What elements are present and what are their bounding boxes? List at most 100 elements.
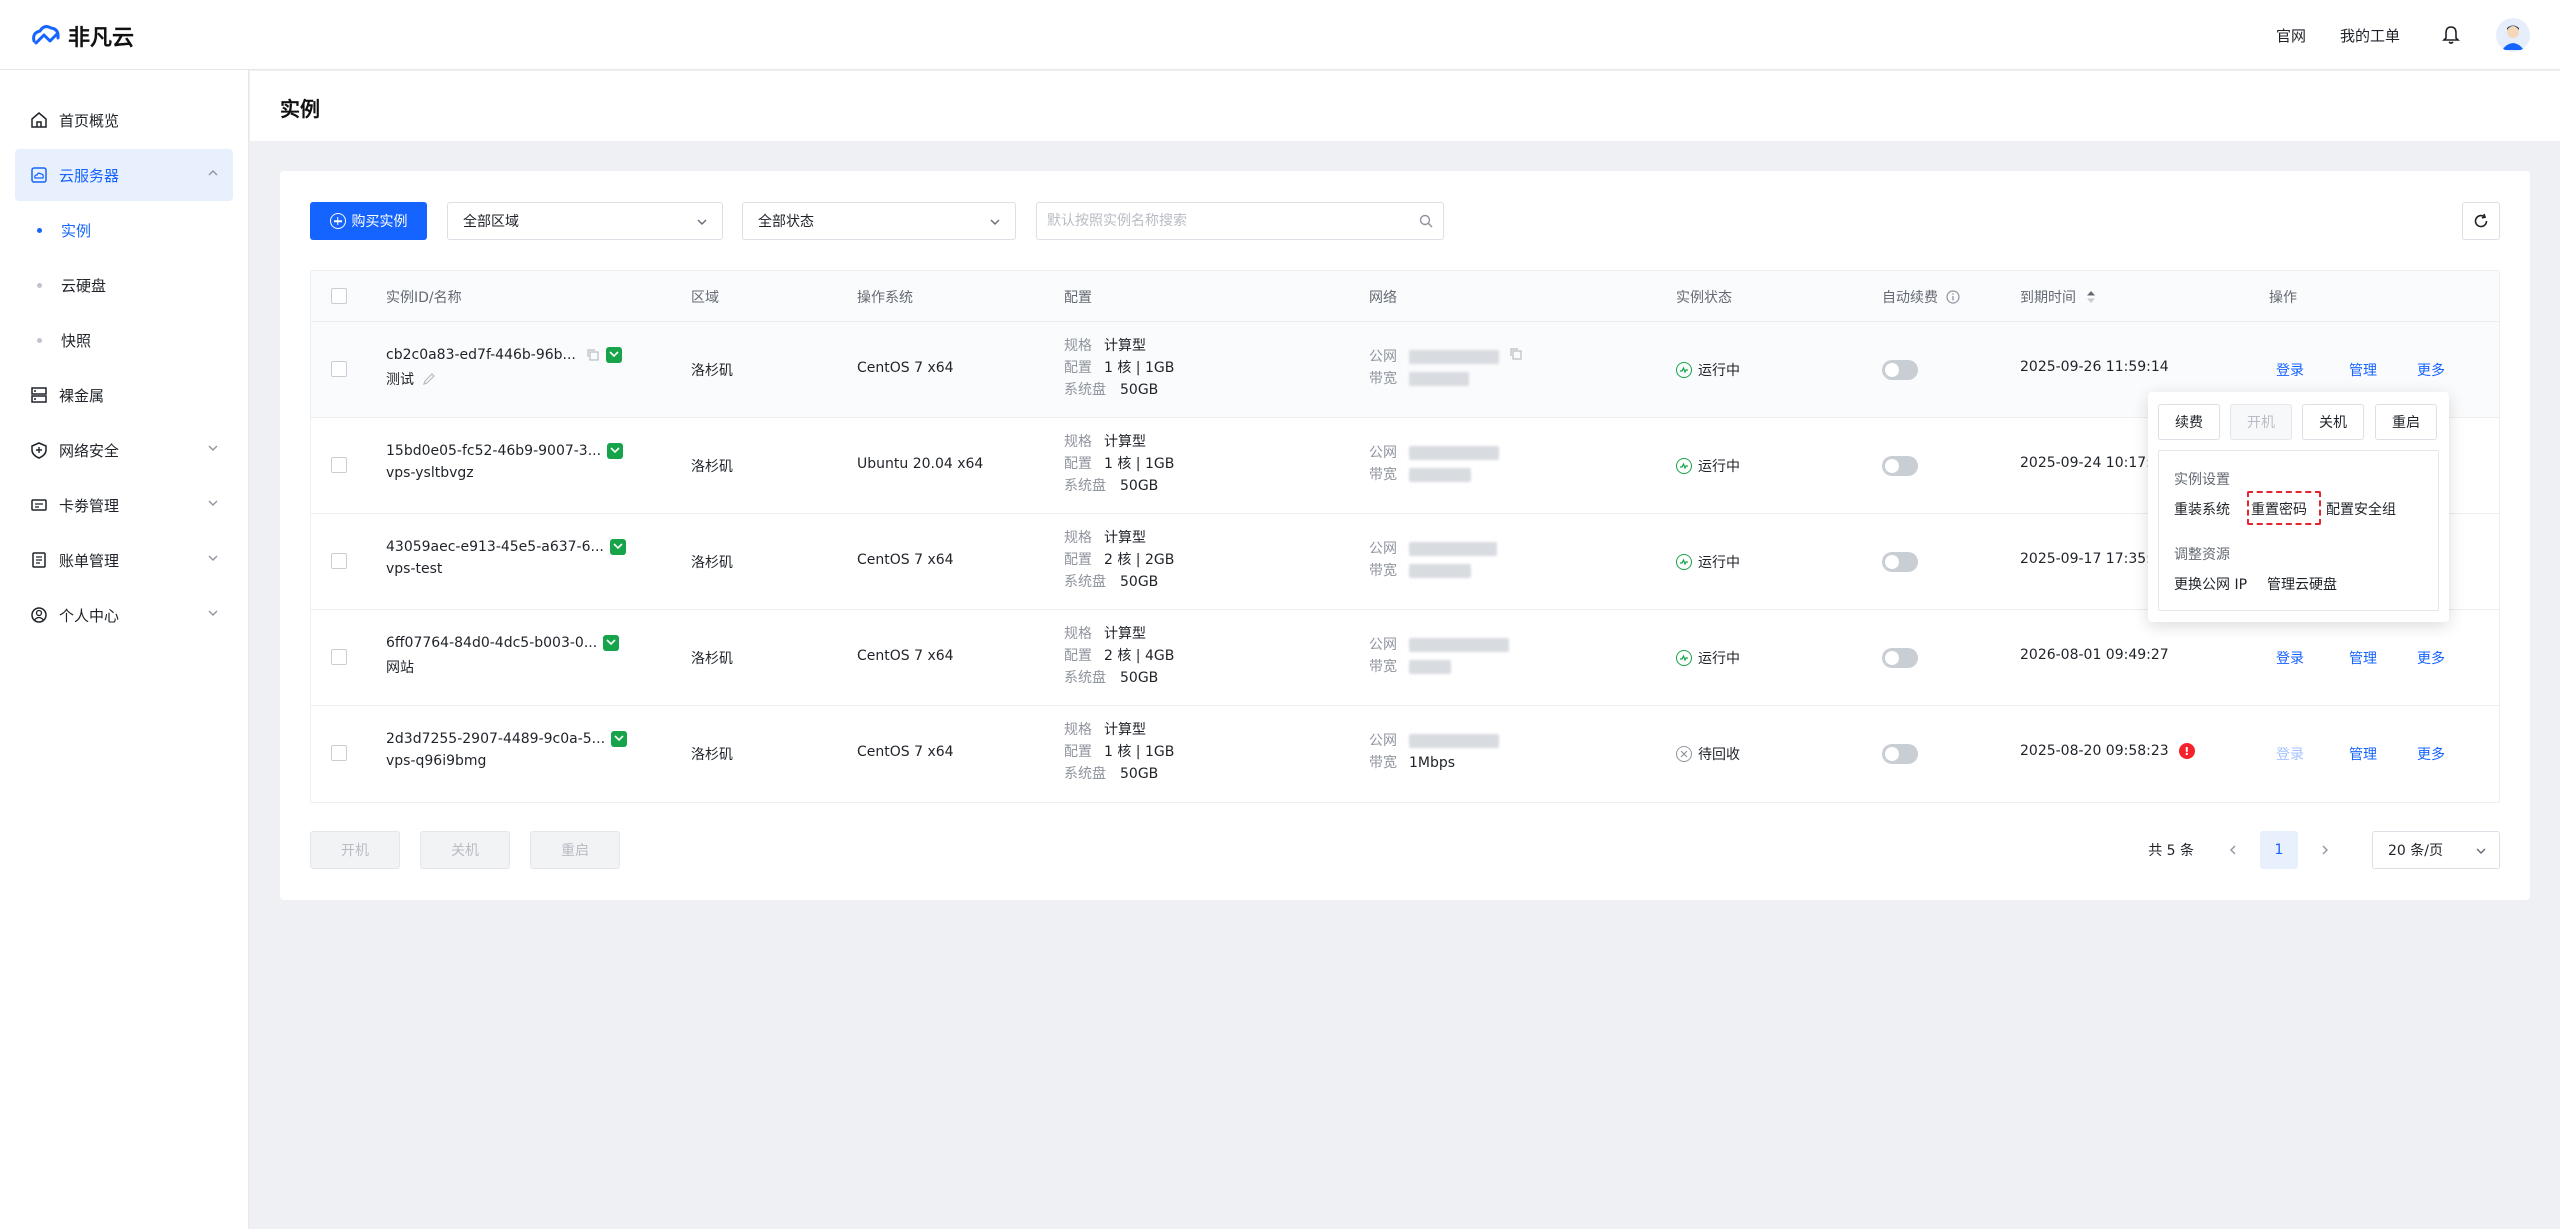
bullet-dot bbox=[37, 338, 42, 343]
auto-renew-toggle[interactable] bbox=[1882, 456, 1918, 476]
power-off-button[interactable]: 关机 bbox=[2302, 404, 2364, 440]
buy-instance-button[interactable]: 购买实例 bbox=[310, 202, 427, 240]
copy-icon[interactable] bbox=[1509, 347, 1523, 361]
batch-reboot-button[interactable]: 重启 bbox=[530, 831, 620, 869]
config-value: 1 核 | 1GB bbox=[1104, 744, 1175, 760]
config-value: 2 核 | 2GB bbox=[1104, 552, 1175, 568]
login-link[interactable]: 登录 bbox=[2276, 360, 2304, 380]
table-row: 6ff07764-84d0-4dc5-b003-0... 网站 洛杉矶 CentOS … bbox=[311, 610, 2499, 706]
prev-page-icon[interactable] bbox=[2218, 835, 2248, 865]
change-public-ip-item[interactable]: 更换公网 IP bbox=[2174, 574, 2247, 594]
more-link[interactable]: 更多 bbox=[2417, 744, 2445, 764]
edit-icon[interactable] bbox=[422, 372, 436, 386]
network-cell: 公网 带宽 bbox=[1369, 538, 1497, 582]
instance-id-line: 15bd0e05-fc52-46b9-9007-3... bbox=[386, 443, 624, 459]
official-site-link[interactable]: 官网 bbox=[2276, 25, 2306, 46]
batch-power-off-button[interactable]: 关机 bbox=[420, 831, 510, 869]
avatar[interactable] bbox=[2496, 18, 2530, 52]
auto-renew-toggle[interactable] bbox=[1882, 552, 1918, 572]
reinstall-system-item[interactable]: 重装系统 bbox=[2174, 499, 2230, 519]
row-checkbox[interactable] bbox=[331, 361, 347, 377]
my-tickets-link[interactable]: 我的工单 bbox=[2340, 25, 2400, 46]
sidebar-item-instances[interactable]: 实例 bbox=[15, 204, 233, 256]
configure-security-group-item[interactable]: 配置安全组 bbox=[2326, 499, 2396, 519]
page-title: 实例 bbox=[280, 97, 320, 121]
disk-value: 50GB bbox=[1120, 766, 1159, 782]
renew-button[interactable]: 续费 bbox=[2158, 404, 2220, 440]
next-page-icon[interactable] bbox=[2310, 835, 2340, 865]
status-cell: 运行中 bbox=[1676, 552, 1740, 572]
login-link[interactable]: 登录 bbox=[2276, 744, 2304, 764]
public-ip-blurred bbox=[1409, 638, 1509, 652]
region-cell: 洛杉矶 bbox=[691, 555, 733, 571]
more-link[interactable]: 更多 bbox=[2417, 360, 2445, 380]
manage-link[interactable]: 管理 bbox=[2349, 744, 2377, 764]
region-cell: 洛杉矶 bbox=[691, 747, 733, 763]
bandwidth-value: 1Mbps bbox=[1409, 755, 1456, 771]
instance-id[interactable]: cb2c0a83-ed7f-446b-96b... bbox=[386, 347, 576, 363]
copy-icon[interactable] bbox=[586, 348, 600, 362]
instance-name: 网站 bbox=[386, 660, 414, 676]
table-header: 实例ID/名称 区域 操作系统 配置 网络 实例状态 自动续费 到期时间 操作 bbox=[311, 271, 2499, 322]
row-checkbox[interactable] bbox=[331, 553, 347, 569]
status-text: 运行中 bbox=[1698, 555, 1740, 571]
col-config: 配置 bbox=[1064, 290, 1092, 306]
more-link[interactable]: 更多 bbox=[2417, 648, 2445, 668]
instance-id-line: 6ff07764-84d0-4dc5-b003-0... bbox=[386, 635, 620, 651]
user-icon bbox=[29, 605, 49, 625]
sidebar-item-cloud-disk[interactable]: 云硬盘 bbox=[15, 259, 233, 311]
public-key: 公网 bbox=[1369, 637, 1397, 653]
instance-id-line: 2d3d7255-2907-4489-9c0a-5... bbox=[386, 731, 628, 747]
instance-id[interactable]: 15bd0e05-fc52-46b9-9007-3... bbox=[386, 443, 601, 459]
col-expire[interactable]: 到期时间 bbox=[2020, 287, 2096, 307]
auto-renew-toggle[interactable] bbox=[1882, 360, 1918, 380]
expire-time: 2025-09-24 10:17: bbox=[2020, 455, 2151, 471]
bell-icon[interactable] bbox=[2434, 18, 2468, 52]
power-on-button[interactable]: 开机 bbox=[2230, 404, 2292, 440]
status-text: 待回收 bbox=[1698, 747, 1740, 763]
select-all-checkbox[interactable] bbox=[331, 288, 347, 304]
sidebar-item-network-security[interactable]: 网络安全 bbox=[15, 424, 233, 476]
manage-link[interactable]: 管理 bbox=[2349, 360, 2377, 380]
warning-icon[interactable]: ! bbox=[2178, 743, 2195, 759]
status-select[interactable]: 全部状态 bbox=[742, 202, 1016, 240]
server-icon bbox=[29, 385, 49, 405]
auto-renew-toggle[interactable] bbox=[1882, 648, 1918, 668]
spec-value: 计算型 bbox=[1104, 530, 1146, 546]
info-icon[interactable] bbox=[1946, 290, 1961, 304]
instance-tag-icon bbox=[607, 443, 624, 459]
refresh-button[interactable] bbox=[2462, 202, 2500, 240]
col-region: 区域 bbox=[691, 290, 719, 306]
manage-cloud-disk-item[interactable]: 管理云硬盘 bbox=[2267, 574, 2337, 594]
expire-cell: 2025-08-20 09:58:23! bbox=[2020, 743, 2195, 759]
sidebar-item-bare-metal[interactable]: 裸金属 bbox=[15, 369, 233, 421]
auto-renew-toggle[interactable] bbox=[1882, 744, 1918, 764]
sidebar-item-billing[interactable]: 账单管理 bbox=[15, 534, 233, 586]
brand-logo[interactable]: 非凡云 bbox=[30, 20, 134, 52]
search-input[interactable] bbox=[1037, 203, 1397, 239]
sidebar-item-snapshot[interactable]: 快照 bbox=[15, 314, 233, 366]
chevron-down-icon bbox=[208, 445, 218, 451]
batch-power-on-button[interactable]: 开机 bbox=[310, 831, 400, 869]
region-select[interactable]: 全部区域 bbox=[447, 202, 723, 240]
page-size-select[interactable]: 20 条/页 bbox=[2372, 831, 2500, 869]
login-link[interactable]: 登录 bbox=[2276, 648, 2304, 668]
public-key: 公网 bbox=[1369, 541, 1397, 557]
row-checkbox[interactable] bbox=[331, 649, 347, 665]
sidebar-item-cloud-server[interactable]: 云服务器 bbox=[15, 149, 233, 201]
manage-link[interactable]: 管理 bbox=[2349, 648, 2377, 668]
region-cell: 洛杉矶 bbox=[691, 651, 733, 667]
config-key: 配置 bbox=[1064, 648, 1092, 664]
sidebar-item-personal-center[interactable]: 个人中心 bbox=[15, 589, 233, 641]
sidebar-item-coupons[interactable]: 卡劵管理 bbox=[15, 479, 233, 531]
instance-id[interactable]: 6ff07764-84d0-4dc5-b003-0... bbox=[386, 635, 597, 651]
instance-id[interactable]: 2d3d7255-2907-4489-9c0a-5... bbox=[386, 731, 605, 747]
bandwidth-blurred bbox=[1409, 468, 1471, 482]
page-number[interactable]: 1 bbox=[2260, 831, 2298, 869]
sidebar-item-overview[interactable]: 首页概览 bbox=[15, 94, 233, 146]
row-checkbox[interactable] bbox=[331, 457, 347, 473]
instance-id[interactable]: 43059aec-e913-45e5-a637-6... bbox=[386, 539, 604, 555]
search-icon[interactable] bbox=[1419, 214, 1433, 228]
reboot-button[interactable]: 重启 bbox=[2375, 404, 2437, 440]
row-checkbox[interactable] bbox=[331, 745, 347, 761]
